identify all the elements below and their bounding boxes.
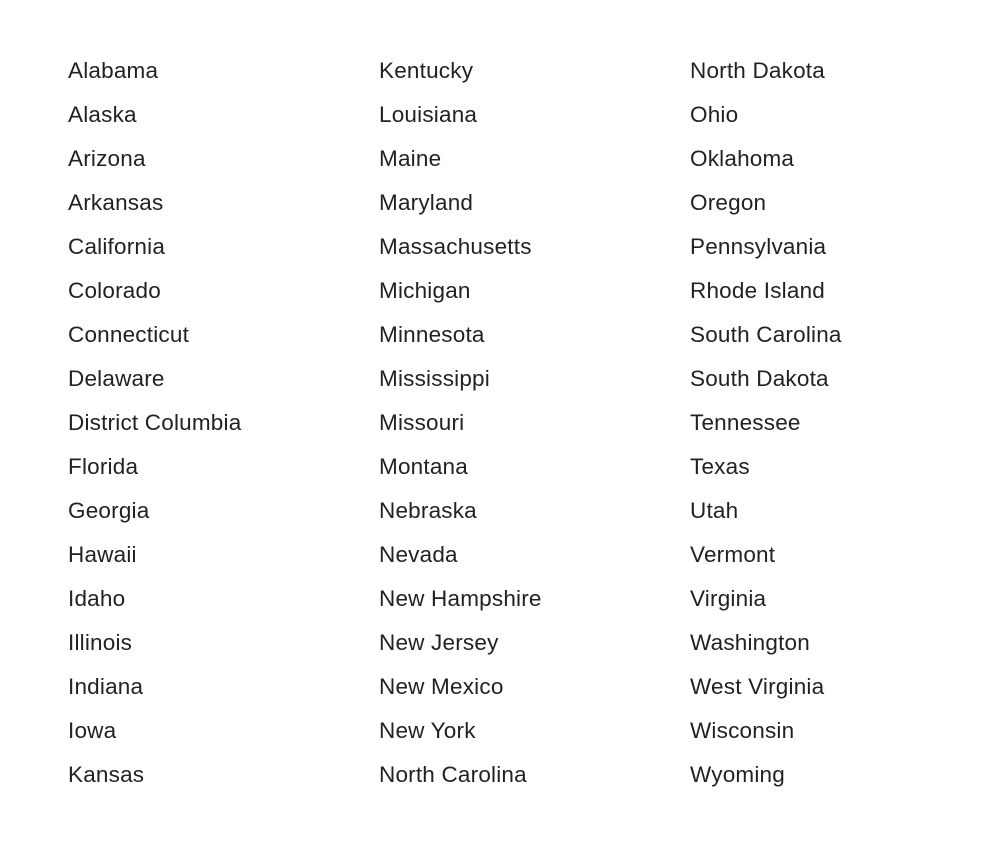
state-list-item: Nebraska	[379, 498, 477, 523]
states-column-1: Alabama Alaska Arizona Arkansas California Co…	[68, 56, 241, 804]
state-list-item: Oklahoma	[690, 146, 795, 171]
state-list-item: Missouri	[379, 410, 465, 435]
state-list-item: Montana	[379, 454, 468, 479]
state-list-item: Colorado	[68, 278, 161, 303]
state-list-item: Pennsylvania	[690, 234, 827, 259]
state-list-item: Louisiana	[379, 102, 478, 127]
state-list-item: Hawaii	[68, 542, 137, 567]
state-list-item: Tennessee	[690, 410, 801, 435]
state-list-item: Texas	[690, 454, 750, 479]
state-list-item: Mississippi	[379, 366, 490, 391]
state-list-item: South Carolina	[690, 322, 842, 347]
state-list-item: California	[68, 234, 166, 259]
state-list-item: Iowa	[68, 718, 117, 743]
state-list-item: North Carolina	[379, 762, 527, 787]
state-list-item: Alabama	[68, 58, 159, 83]
state-list-item: Vermont	[690, 542, 776, 567]
states-column-3: North Dakota Ohio Oklahoma Oregon Pennsylvan…	[690, 56, 842, 804]
state-list-item: Georgia	[68, 498, 150, 523]
state-list-item: Arizona	[68, 146, 146, 171]
state-list-item: Washington	[690, 630, 810, 655]
state-list-item: Maine	[379, 146, 442, 171]
state-list-item: Rhode Island	[690, 278, 825, 303]
state-list-item: Massachusetts	[379, 234, 532, 259]
state-list-item: Connecticut	[68, 322, 190, 347]
state-list-item: West Virginia	[690, 674, 825, 699]
state-list-item: Florida	[68, 454, 139, 479]
state-list-item: Alaska	[68, 102, 137, 127]
state-list-item: Virginia	[690, 586, 767, 611]
state-list-item: Maryland	[379, 190, 474, 215]
state-list-item: Ohio	[690, 102, 739, 127]
state-list-item: Arkansas	[68, 190, 164, 215]
state-list-item: New Jersey	[379, 630, 499, 655]
state-list-item: New York	[379, 718, 476, 743]
state-list-item: Minnesota	[379, 322, 485, 347]
state-list-item: Nevada	[379, 542, 458, 567]
state-list-item: North Dakota	[690, 58, 825, 83]
state-list-item: Kansas	[68, 762, 145, 787]
state-list-item: Michigan	[379, 278, 471, 303]
state-list-item: Wisconsin	[690, 718, 795, 743]
state-list-item: Indiana	[68, 674, 144, 699]
state-list-item: Wyoming	[690, 762, 785, 787]
state-list-item: Illinois	[68, 630, 133, 655]
state-list-item: Delaware	[68, 366, 165, 391]
state-list-item: New Mexico	[379, 674, 504, 699]
state-list-item: Oregon	[690, 190, 767, 215]
state-list-item: Kentucky	[379, 58, 474, 83]
state-list-item: Utah	[690, 498, 739, 523]
state-list-item: District Columbia	[68, 410, 242, 435]
state-list-item: New Hampshire	[379, 586, 542, 611]
state-list-item: South Dakota	[690, 366, 829, 391]
states-column-2: Kentucky Louisiana Maine Maryland Massachuse…	[379, 56, 542, 804]
state-list-item: Idaho	[68, 586, 126, 611]
